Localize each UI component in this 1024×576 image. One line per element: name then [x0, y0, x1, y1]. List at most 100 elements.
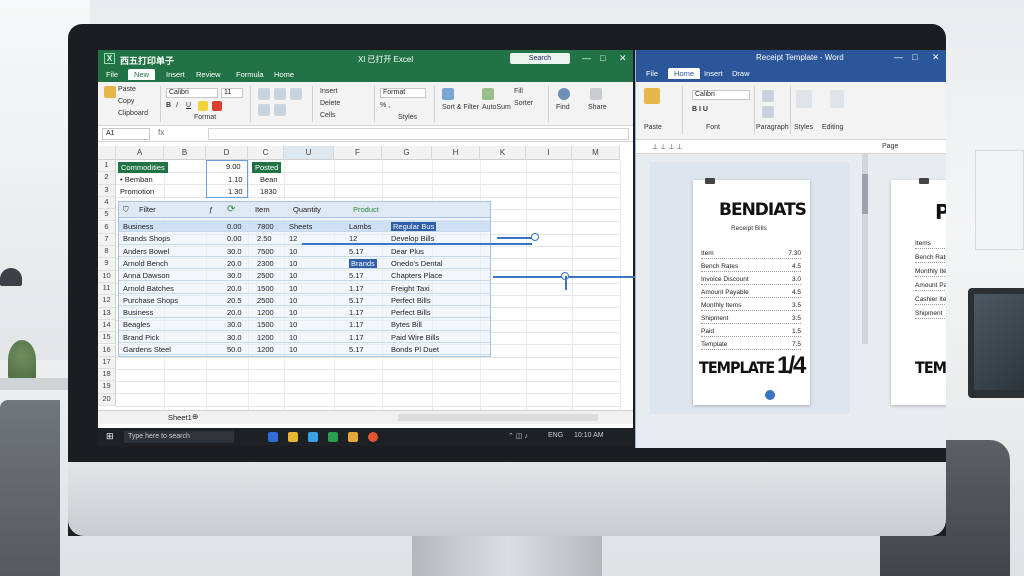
table-cell-d[interactable]: 20.0	[227, 284, 242, 293]
align-center-icon[interactable]	[274, 88, 286, 100]
align-icon[interactable]	[762, 106, 774, 118]
table-cell-d[interactable]: 20.0	[227, 259, 242, 268]
font-name-select[interactable]: Calibri	[166, 88, 218, 98]
taskbar-search[interactable]: Type here to search	[124, 431, 234, 443]
table-cell-name[interactable]: Gardens Steel	[123, 345, 171, 354]
table-cell-f[interactable]: 5.17	[349, 345, 364, 354]
table-cell-u[interactable]: 10	[289, 308, 297, 317]
table-row[interactable]: Arnold Bench 20.0 2300 10 Brands Onedo's Dent…	[119, 257, 490, 270]
column-header[interactable]: G	[382, 146, 432, 160]
row-header[interactable]: 15	[98, 332, 116, 345]
cell-a3[interactable]: Promotion	[120, 187, 154, 196]
fill-button[interactable]: Fill	[514, 88, 523, 95]
tab-home[interactable]: Home	[274, 70, 294, 79]
table-row[interactable]: Purchase Shops 20.5 2500 10 5.17 Perfect Bill…	[119, 294, 490, 307]
table-cell-c[interactable]: 2500	[257, 296, 274, 305]
column-header[interactable]: I	[526, 146, 572, 160]
refresh-icon[interactable]: ⟳	[227, 204, 235, 215]
font-color-icon[interactable]	[212, 101, 222, 111]
fill-color-icon[interactable]	[198, 101, 208, 111]
table-row[interactable]: Anders Bowel 30.0 7500 10 5.17 Dear Plus	[119, 245, 490, 257]
column-header[interactable]: A	[116, 146, 164, 160]
filter-icon[interactable]: ⛉	[123, 205, 129, 215]
tab-insert[interactable]: Insert	[166, 70, 185, 79]
table-cell-g[interactable]: Perfect Bills	[391, 296, 431, 305]
table-cell-c[interactable]: 1500	[257, 284, 274, 293]
autosum-button[interactable]: AutoSum	[482, 104, 511, 111]
tab-draw[interactable]: Draw	[732, 69, 750, 78]
folder-icon[interactable]	[288, 432, 298, 442]
table-cell-c[interactable]: 7800	[257, 222, 274, 231]
table-cell-g[interactable]: Freight Taxi	[391, 284, 430, 293]
table-cell-d[interactable]: 30.0	[227, 320, 242, 329]
table-cell-u[interactable]: 10	[289, 296, 297, 305]
close-icon[interactable]: ✕	[619, 53, 627, 64]
find-icon[interactable]	[558, 88, 570, 100]
table-cell-f[interactable]: 5.17	[349, 271, 364, 280]
paste-icon[interactable]	[104, 86, 116, 98]
tab-new[interactable]: New	[128, 69, 156, 80]
table-cell-name[interactable]: Purchase Shops	[123, 296, 178, 305]
vertical-scrollbar[interactable]	[862, 154, 868, 344]
table-cell-u[interactable]: 12	[289, 234, 297, 243]
maximize-icon[interactable]: □	[912, 52, 917, 62]
italic-button[interactable]: I	[176, 102, 178, 109]
table-cell-name[interactable]: Arnold Bench	[123, 259, 168, 268]
font-name-select[interactable]: Calibri	[692, 90, 750, 100]
table-cell-g[interactable]: Onedo's Dental	[391, 259, 442, 268]
tab-file[interactable]: File	[106, 70, 118, 79]
table-cell-d[interactable]: 0.00	[227, 222, 242, 231]
table-cell-name[interactable]: Anna Dawson	[123, 271, 170, 280]
table-cell-g[interactable]: Bonds Pl Duet	[391, 345, 439, 354]
mail-icon[interactable]	[308, 432, 318, 442]
sort-filter-icon[interactable]	[442, 88, 454, 100]
row-header[interactable]: 14	[98, 319, 116, 333]
table-row[interactable]: Business 20.0 1200 10 1.17 Perfect Bills	[119, 306, 490, 319]
table-cell-d[interactable]: 0.00	[227, 234, 242, 243]
table-row[interactable]: Business 0.00 7800 Sheets Lambs Regular Bus	[119, 220, 490, 233]
row-header[interactable]: 17	[98, 356, 116, 370]
align-left-icon[interactable]	[258, 88, 270, 100]
table-cell-c[interactable]: 2.50	[257, 234, 272, 243]
table-row[interactable]: Arnold Batches 20.0 1500 10 1.17 Freight Taxi	[119, 282, 490, 294]
column-header[interactable]: F	[334, 146, 382, 160]
name-box[interactable]: A1	[102, 128, 150, 140]
row-header[interactable]: 3	[98, 184, 116, 197]
cell-c1[interactable]: Posted	[252, 162, 282, 173]
tab-review[interactable]: Review	[196, 70, 221, 79]
autosum-icon[interactable]	[482, 88, 494, 100]
table-cell-f[interactable]: 12	[349, 234, 357, 243]
table-cell-d[interactable]: 30.0	[227, 333, 242, 342]
wrap-text-icon[interactable]	[258, 104, 270, 116]
row-header[interactable]: 6	[98, 221, 116, 234]
tab-formula[interactable]: Formula	[236, 70, 264, 79]
table-cell-name[interactable]: Anders Bowel	[123, 247, 169, 256]
table-cell-name[interactable]: Arnold Batches	[123, 284, 174, 293]
table-cell-d[interactable]: 20.5	[227, 296, 242, 305]
minimize-icon[interactable]: —	[582, 53, 591, 63]
table-cell-g[interactable]: Develop Bills	[391, 234, 434, 243]
edge-icon[interactable]	[268, 432, 278, 442]
panel-filter-dropdown[interactable]: ƒ	[209, 205, 213, 214]
row-header[interactable]: 1	[98, 160, 116, 173]
font-size-select[interactable]: 11	[221, 88, 243, 98]
row-header[interactable]: 4	[98, 196, 116, 210]
minimize-icon[interactable]: —	[894, 52, 903, 62]
receipt-page[interactable]: BENDIATS Receipt Bills Item 7.30 Bench Rat…	[693, 178, 810, 405]
table-cell-c[interactable]: 1200	[257, 308, 274, 317]
table-cell-name[interactable]: Brand Pick	[123, 333, 159, 342]
table-cell-g[interactable]: Dear Plus	[391, 247, 424, 256]
table-cell-c[interactable]: 1500	[257, 320, 274, 329]
row-header[interactable]: 16	[98, 344, 116, 357]
table-row[interactable]: Anna Dawson 30.0 2500 10 5.17 Chapters Place	[119, 269, 490, 282]
table-cell-u[interactable]: Sheets	[289, 222, 312, 231]
column-header[interactable]: D	[206, 146, 248, 160]
table-cell-u[interactable]: 10	[289, 271, 297, 280]
paste-button[interactable]: Paste	[118, 86, 136, 93]
table-cell-g[interactable]: Chapters Place	[391, 271, 442, 280]
table-cell-name[interactable]: Brands Shops	[123, 234, 170, 243]
table-cell-f[interactable]: Brands	[349, 258, 377, 268]
row-header[interactable]: 10	[98, 270, 116, 283]
bold-button[interactable]: B I U	[692, 106, 708, 113]
start-icon[interactable]: ⊞	[106, 431, 114, 442]
